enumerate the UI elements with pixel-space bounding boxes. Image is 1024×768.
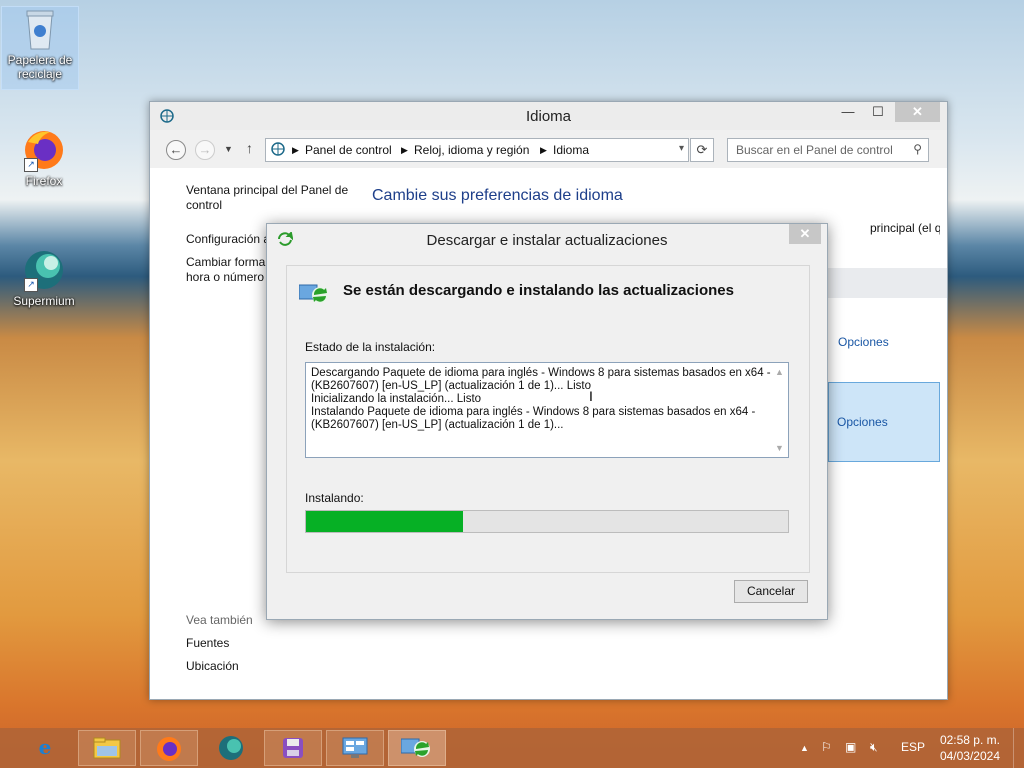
log-line: Descargando Paquete de idioma para inglé… (311, 367, 771, 379)
address-dropdown-icon[interactable]: ▾ (679, 143, 684, 154)
update-dialog: Descargar e instalar actualizaciones ✕ S… (266, 223, 828, 620)
firefox-label: Firefox (25, 174, 63, 188)
close-button[interactable]: ✕ (895, 102, 940, 122)
breadcrumb-control-panel[interactable]: Panel de control (305, 143, 392, 157)
windows-update-icon (389, 736, 445, 764)
scroll-down-icon[interactable]: ▼ (775, 443, 784, 453)
taskbar-floppy-app[interactable] (264, 730, 322, 766)
dialog-title-bar[interactable]: Descargar e instalar actualizaciones ✕ (267, 224, 827, 254)
page-description: principal (el que (870, 221, 940, 235)
breadcrumb-chevron-icon: ▶ (292, 145, 299, 155)
log-line: (KB2607607) [en-US_LP] (actualización 1 … (311, 380, 591, 392)
supermium-icon: ↗ (22, 248, 66, 292)
log-line: (KB2607607) [en-US_LP] (actualización 1 … (311, 419, 564, 431)
search-placeholder: Buscar en el Panel de control (736, 143, 893, 157)
nav-change-format[interactable]: Cambiar forma (186, 255, 265, 270)
clock-date: 04/03/2024 (939, 749, 1000, 763)
shortcut-arrow-icon: ↗ (24, 158, 38, 172)
shortcut-arrow-icon: ↗ (24, 278, 38, 292)
nav-fonts[interactable]: Fuentes (186, 636, 229, 651)
input-language-indicator[interactable]: ESP (901, 740, 925, 754)
installation-log[interactable]: Descargando Paquete de idioma para inglé… (305, 362, 789, 458)
status-label: Estado de la instalación: (305, 340, 436, 354)
language-row-1-options: Opciones (830, 301, 940, 379)
clock-time: 02:58 p. m. (939, 733, 1000, 747)
up-level-button[interactable]: ↑ (246, 140, 253, 156)
maximize-button[interactable]: ☐ (865, 102, 891, 122)
windows-update-icon (298, 282, 331, 304)
minimize-button[interactable]: — (835, 102, 861, 122)
firefox-icon (141, 736, 197, 768)
control-panel-icon (327, 736, 383, 766)
log-scrollbar[interactable]: ▲ ▼ (772, 363, 788, 457)
volume-muted-icon[interactable]: 🔇︎ (870, 740, 878, 755)
breadcrumb-chevron-icon: ▶ (540, 145, 547, 155)
breadcrumb-clock-language-region[interactable]: Reloj, idioma y región (414, 143, 529, 157)
breadcrumb-language[interactable]: Idioma (553, 143, 589, 157)
progress-fill (306, 511, 463, 532)
firefox-icon: ↗ (22, 128, 66, 172)
nav-location[interactable]: Ubicación (186, 659, 239, 674)
log-line: Inicializando la instalación... Listo (311, 393, 482, 405)
nav-change-format-cont[interactable]: hora o número (186, 270, 264, 285)
supermium-label: Supermium (13, 294, 75, 308)
clock[interactable]: 02:58 p. m. 04/03/2024 (940, 732, 1000, 764)
scroll-up-icon[interactable]: ▲ (775, 367, 784, 377)
taskbar-firefox[interactable] (140, 730, 198, 766)
navigation-bar: ← → ▼ ↑ ▶ Panel de control ▶ Reloj, idio… (150, 138, 947, 162)
dialog-title: Descargar e instalar actualizaciones (426, 232, 668, 249)
progress-label: Instalando: (305, 491, 364, 505)
search-icon: ⚲ (913, 142, 922, 156)
show-desktop-button[interactable] (1013, 728, 1024, 768)
refresh-button[interactable]: ⟳ (690, 138, 714, 162)
desktop-icon-supermium[interactable]: ↗ Supermium (6, 248, 82, 308)
action-center-flag-icon[interactable]: ⚐ (821, 740, 832, 754)
recent-pages-dropdown[interactable]: ▼ (224, 144, 233, 154)
forward-button[interactable]: → (195, 140, 215, 160)
title-bar[interactable]: Idioma — ☐ ✕ (150, 102, 947, 130)
address-bar[interactable]: ▶ Panel de control ▶ Reloj, idioma y reg… (265, 138, 689, 162)
taskbar-windows-update[interactable] (388, 730, 446, 766)
desktop-icon-firefox[interactable]: ↗ Firefox (6, 128, 82, 188)
install-progress-bar (305, 510, 789, 533)
language-row-2-options: Opciones (828, 382, 940, 462)
floppy-app-icon (265, 736, 321, 766)
back-button[interactable]: ← (166, 140, 186, 160)
cancel-button[interactable]: Cancelar (734, 580, 808, 603)
dialog-headline: Se están descargando e instalando las ac… (343, 282, 734, 299)
internet-explorer-icon: e (38, 735, 52, 759)
options-link-1[interactable]: Opciones (838, 335, 889, 349)
page-heading: Cambie sus preferencias de idioma (372, 187, 623, 204)
search-box[interactable]: Buscar en el Panel de control ⚲ (727, 138, 929, 162)
text-cursor-icon: I (589, 388, 593, 404)
dialog-close-button[interactable]: ✕ (789, 224, 821, 244)
supermium-icon (202, 735, 260, 767)
file-explorer-icon (79, 736, 135, 766)
show-hidden-icons-chevron-icon[interactable]: ▲ (800, 743, 809, 753)
nav-advanced-settings[interactable]: Configuración a (186, 232, 270, 247)
breadcrumb-chevron-icon: ▶ (401, 145, 408, 155)
taskbar-file-explorer[interactable] (78, 730, 136, 766)
window-title: Idioma (525, 108, 572, 125)
log-line: Instalando Paquete de idioma para inglés… (311, 406, 756, 418)
nav-control-panel-home[interactable]: Ventana principal del Panel de control (186, 183, 356, 213)
desktop-icon-recycle-bin[interactable]: Papelera de reciclaje (1, 6, 79, 90)
taskbar-internet-explorer[interactable]: e (16, 730, 74, 766)
recycle-bin-icon (18, 7, 62, 51)
taskbar-control-panel[interactable] (326, 730, 384, 766)
see-also-heading: Vea también (186, 613, 253, 627)
recycle-bin-label: Papelera de reciclaje (7, 53, 73, 81)
control-panel-icon (270, 141, 286, 160)
taskbar-supermium[interactable] (202, 730, 260, 766)
network-icon[interactable]: ▣ (845, 740, 856, 754)
options-link-2[interactable]: Opciones (837, 415, 888, 429)
dialog-panel: Se están descargando e instalando las ac… (286, 265, 810, 573)
taskbar: e ▲ ⚐ ▣ 🔇︎ ESP 02:58 p. m. 04/03/2024 (0, 728, 1024, 768)
